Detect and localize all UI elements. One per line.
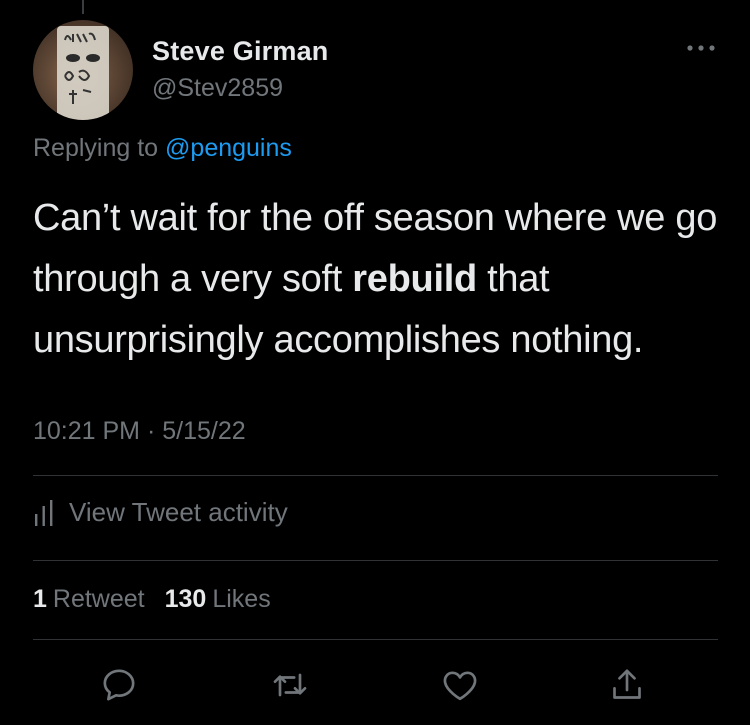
author-handle[interactable]: @Stev2859 [152,74,283,103]
divider [33,475,718,476]
tweet-timestamp[interactable]: 10:21 PM · 5/15/22 [33,417,246,446]
divider [33,560,718,561]
view-tweet-activity-button[interactable]: View Tweet activity [33,497,288,528]
replying-to-prefix: Replying to [33,134,166,162]
retweets-count: 1 [33,585,47,613]
retweets-stat[interactable]: 1 Retweet [33,585,145,614]
thread-connector-line [82,0,84,14]
share-icon [613,669,641,699]
replying-to-line: Replying to @penguins [33,134,292,163]
more-horizontal-icon [687,45,715,51]
share-button[interactable] [605,663,649,707]
divider [33,639,718,640]
reply-bubble-icon [103,669,135,701]
heart-icon [443,671,477,701]
likes-label: Likes [212,585,271,613]
like-button[interactable] [438,663,482,707]
avatar-image [57,26,109,120]
retweet-button[interactable] [268,663,312,707]
avatar[interactable] [33,20,133,120]
bar-chart-icon [35,499,53,526]
retweet-icon [273,673,307,697]
likes-count: 130 [164,585,207,613]
mention-link[interactable]: @penguins [165,134,292,162]
more-options-button[interactable] [683,36,719,60]
tweet-text: Can’t wait for the off season where we g… [33,188,723,371]
author-display-name[interactable]: Steve Girman [152,36,328,67]
retweets-label: Retweet [52,585,145,613]
tweet-text-bold: rebuild [352,258,477,300]
engagement-stats: 1 Retweet 130 Likes [33,585,271,614]
view-tweet-activity-label: View Tweet activity [69,497,288,527]
reply-button[interactable] [97,663,141,707]
likes-stat[interactable]: 130 Likes [165,585,271,614]
